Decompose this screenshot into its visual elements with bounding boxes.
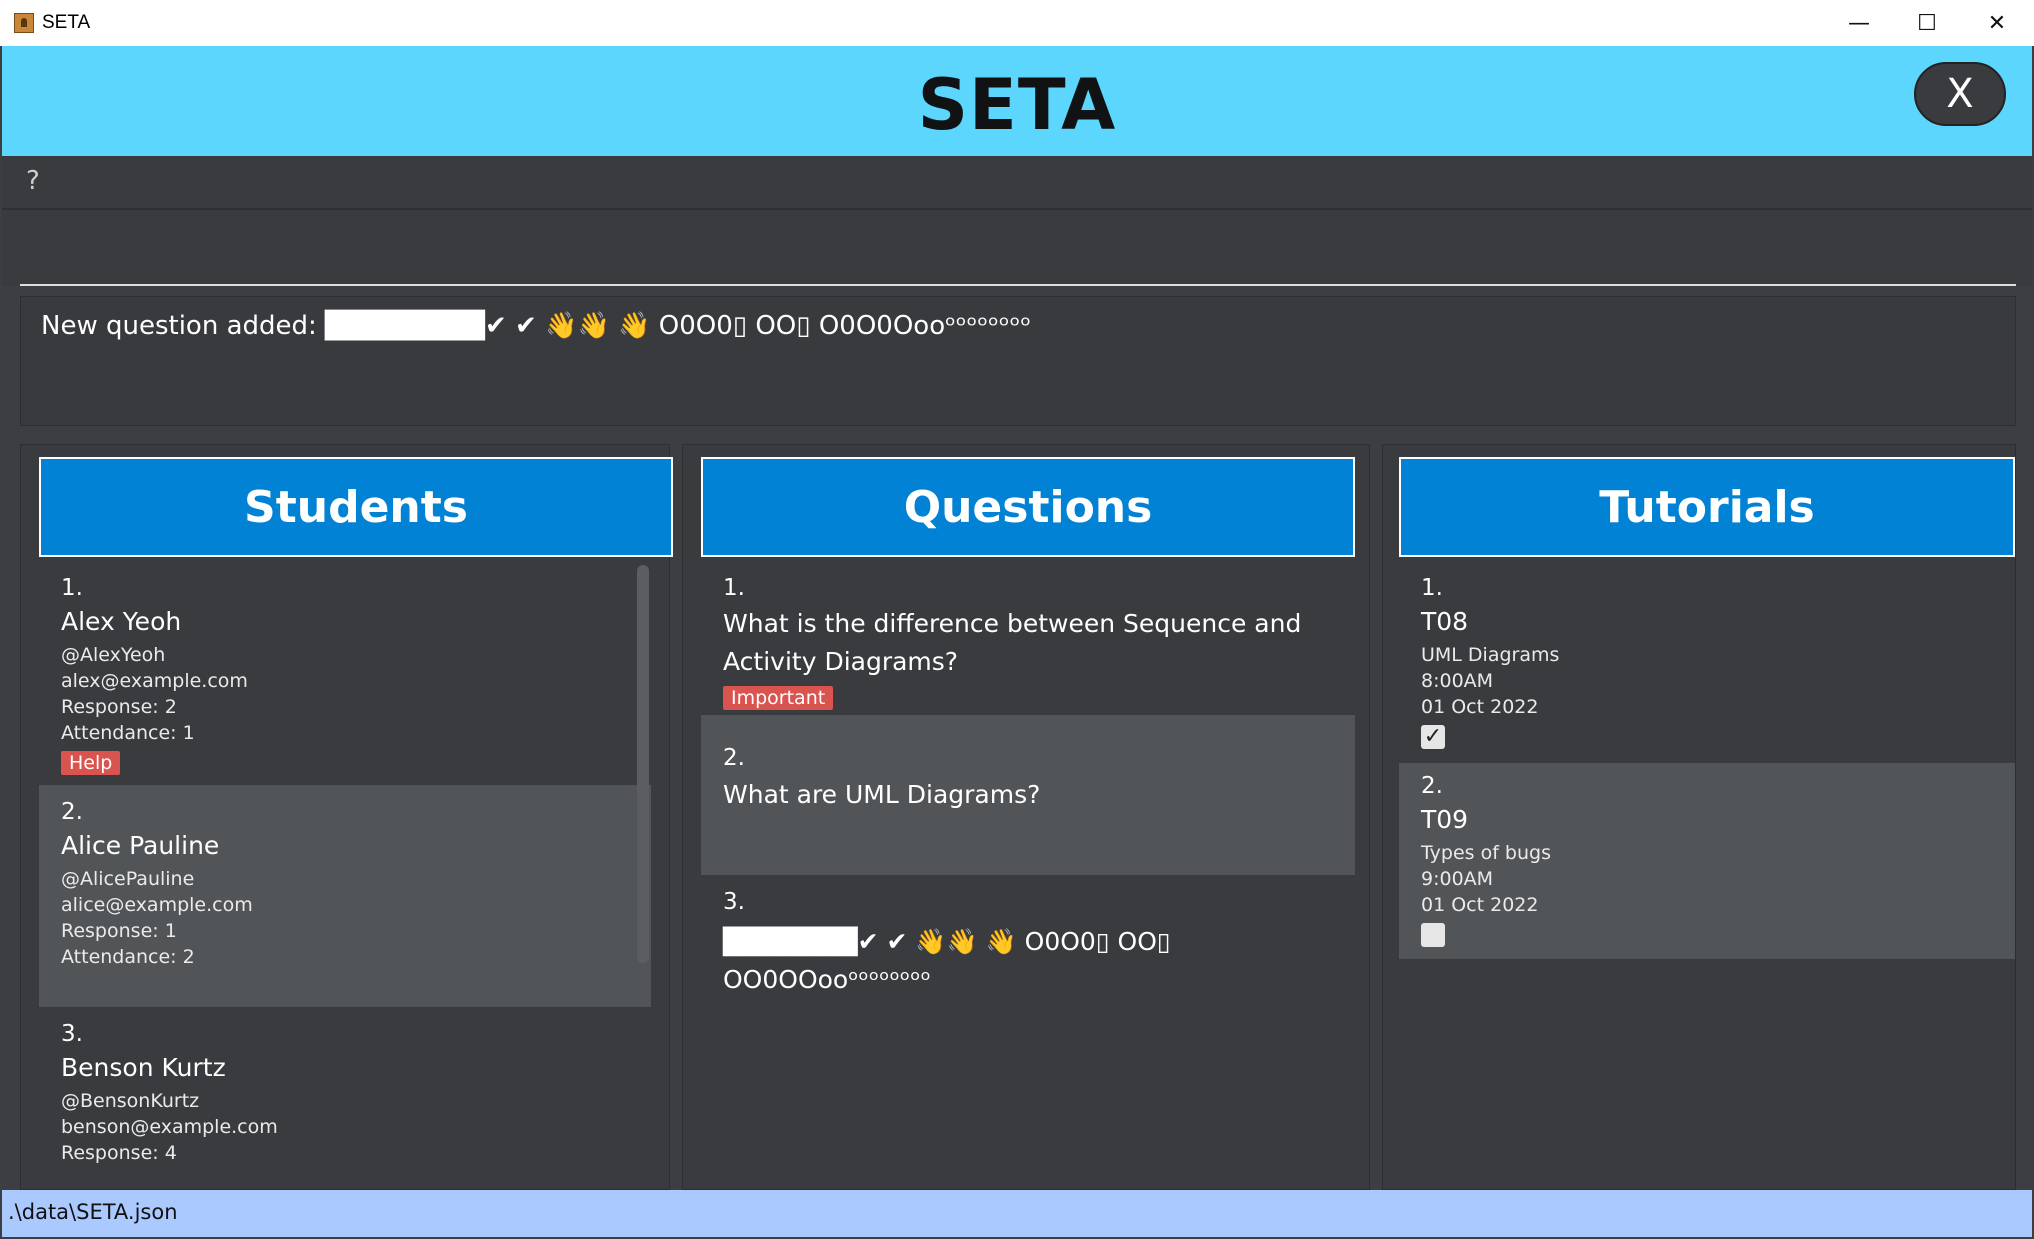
student-email: alex@example.com <box>61 670 248 692</box>
student-response: Response: 1 <box>61 920 177 942</box>
tutorial-done-checkbox[interactable]: ✓ <box>1421 725 1445 749</box>
tutorial-index: 2. <box>1421 773 1443 799</box>
question-card[interactable]: 2. What are UML Diagrams? <box>701 715 1355 875</box>
app-header: SETA X <box>2 46 2032 156</box>
tutorials-header: Tutorials <box>1399 457 2015 557</box>
student-response: Response: 2 <box>61 696 177 718</box>
close-window-button[interactable]: ✕ <box>1970 6 2024 40</box>
tutorial-name: T09 <box>1421 805 1469 834</box>
app-window: SETA — ☐ ✕ SETA X ? New question added: … <box>0 0 2034 1239</box>
app-icon <box>14 13 34 33</box>
student-email: benson@example.com <box>61 1116 278 1138</box>
student-index: 1. <box>61 575 83 601</box>
command-input-underline <box>20 284 2016 286</box>
tutorial-time: 8:00AM <box>1421 670 1494 692</box>
student-attendance: Attendance: 1 <box>61 722 195 744</box>
question-index: 3. <box>723 889 745 915</box>
title-bar: SETA — ☐ ✕ <box>0 0 2034 46</box>
help-menu[interactable]: ? <box>26 166 40 196</box>
minimize-button[interactable]: — <box>1832 6 1886 40</box>
student-response: Response: 4 <box>61 1142 177 1164</box>
question-tag: Important <box>723 686 834 710</box>
student-index: 2. <box>61 799 83 825</box>
result-display: New question added: ████████✔ ✔ 👋👋 👋 O0O… <box>20 296 2016 426</box>
app-title: SETA <box>917 64 1117 146</box>
student-name: Alice Pauline <box>61 831 220 860</box>
tutorial-topic: UML Diagrams <box>1421 644 1560 666</box>
students-header: Students <box>39 457 673 557</box>
students-scrollbar[interactable] <box>637 565 649 963</box>
close-icon: ✕ <box>1987 10 2007 36</box>
result-message: New question added: ████████✔ ✔ 👋👋 👋 O0O… <box>41 311 1032 341</box>
student-tag: Help <box>61 751 121 775</box>
status-bar: .\data\SETA.json <box>2 1190 2032 1237</box>
student-name: Alex Yeoh <box>61 607 182 636</box>
question-text: What are UML Diagrams? <box>723 780 1041 809</box>
maximize-button[interactable]: ☐ <box>1900 6 1954 40</box>
student-handle: @AlexYeoh <box>61 644 166 666</box>
maximize-icon: ☐ <box>1917 10 1937 36</box>
tutorial-topic: Types of bugs <box>1421 842 1551 864</box>
question-card[interactable]: 3. ███████✔ ✔ 👋👋 👋 O0O0▯ OO▯ OO0OOooᵒᵒᵒᵒ… <box>701 875 1355 1031</box>
tutorial-date: 01 Oct 2022 <box>1421 696 1539 718</box>
student-name: Benson Kurtz <box>61 1053 226 1082</box>
student-handle: @AlicePauline <box>61 868 195 890</box>
student-email: alice@example.com <box>61 894 253 916</box>
minimize-icon: — <box>1848 10 1870 36</box>
command-box[interactable] <box>2 210 2032 286</box>
question-card[interactable]: 1. What is the difference between Sequen… <box>701 565 1355 715</box>
window-title: SETA <box>42 12 91 33</box>
save-file-path: .\data\SETA.json <box>8 1200 178 1224</box>
tutorial-time: 9:00AM <box>1421 868 1494 890</box>
questions-header: Questions <box>701 457 1355 557</box>
student-index: 3. <box>61 1021 83 1047</box>
questions-panel: Questions 1. What is the difference betw… <box>682 444 1370 1190</box>
student-attendance: Attendance: 2 <box>61 946 195 968</box>
exit-button[interactable]: X <box>1914 62 2006 126</box>
tutorial-card[interactable]: 1. T08 UML Diagrams 8:00AM 01 Oct 2022 ✓ <box>1399 565 2015 763</box>
student-card[interactable]: 2. Alice Pauline @AlicePauline alice@exa… <box>39 785 651 1007</box>
question-index: 2. <box>723 745 745 771</box>
tutorials-panel: Tutorials 1. T08 UML Diagrams 8:00AM 01 … <box>1382 444 2016 1190</box>
menu-bar: ? <box>2 156 2032 210</box>
students-panel: Students 1. Alex Yeoh @AlexYeoh alex@exa… <box>20 444 673 1190</box>
question-index: 1. <box>723 575 745 601</box>
question-text: ███████✔ ✔ 👋👋 👋 O0O0▯ OO▯ OO0OOooᵒᵒᵒᵒᵒᵒᵒ… <box>723 927 1171 994</box>
tutorial-name: T08 <box>1421 607 1469 636</box>
tutorial-index: 1. <box>1421 575 1443 601</box>
tutorial-done-checkbox[interactable] <box>1421 923 1445 947</box>
student-handle: @BensonKurtz <box>61 1090 200 1112</box>
student-card[interactable]: 1. Alex Yeoh @AlexYeoh alex@example.com … <box>39 565 651 785</box>
question-text: What is the difference between Sequence … <box>723 609 1302 676</box>
student-card[interactable]: 3. Benson Kurtz @BensonKurtz benson@exam… <box>39 1007 651 1175</box>
tutorial-date: 01 Oct 2022 <box>1421 894 1539 916</box>
tutorial-card[interactable]: 2. T09 Types of bugs 9:00AM 01 Oct 2022 <box>1399 763 2015 959</box>
